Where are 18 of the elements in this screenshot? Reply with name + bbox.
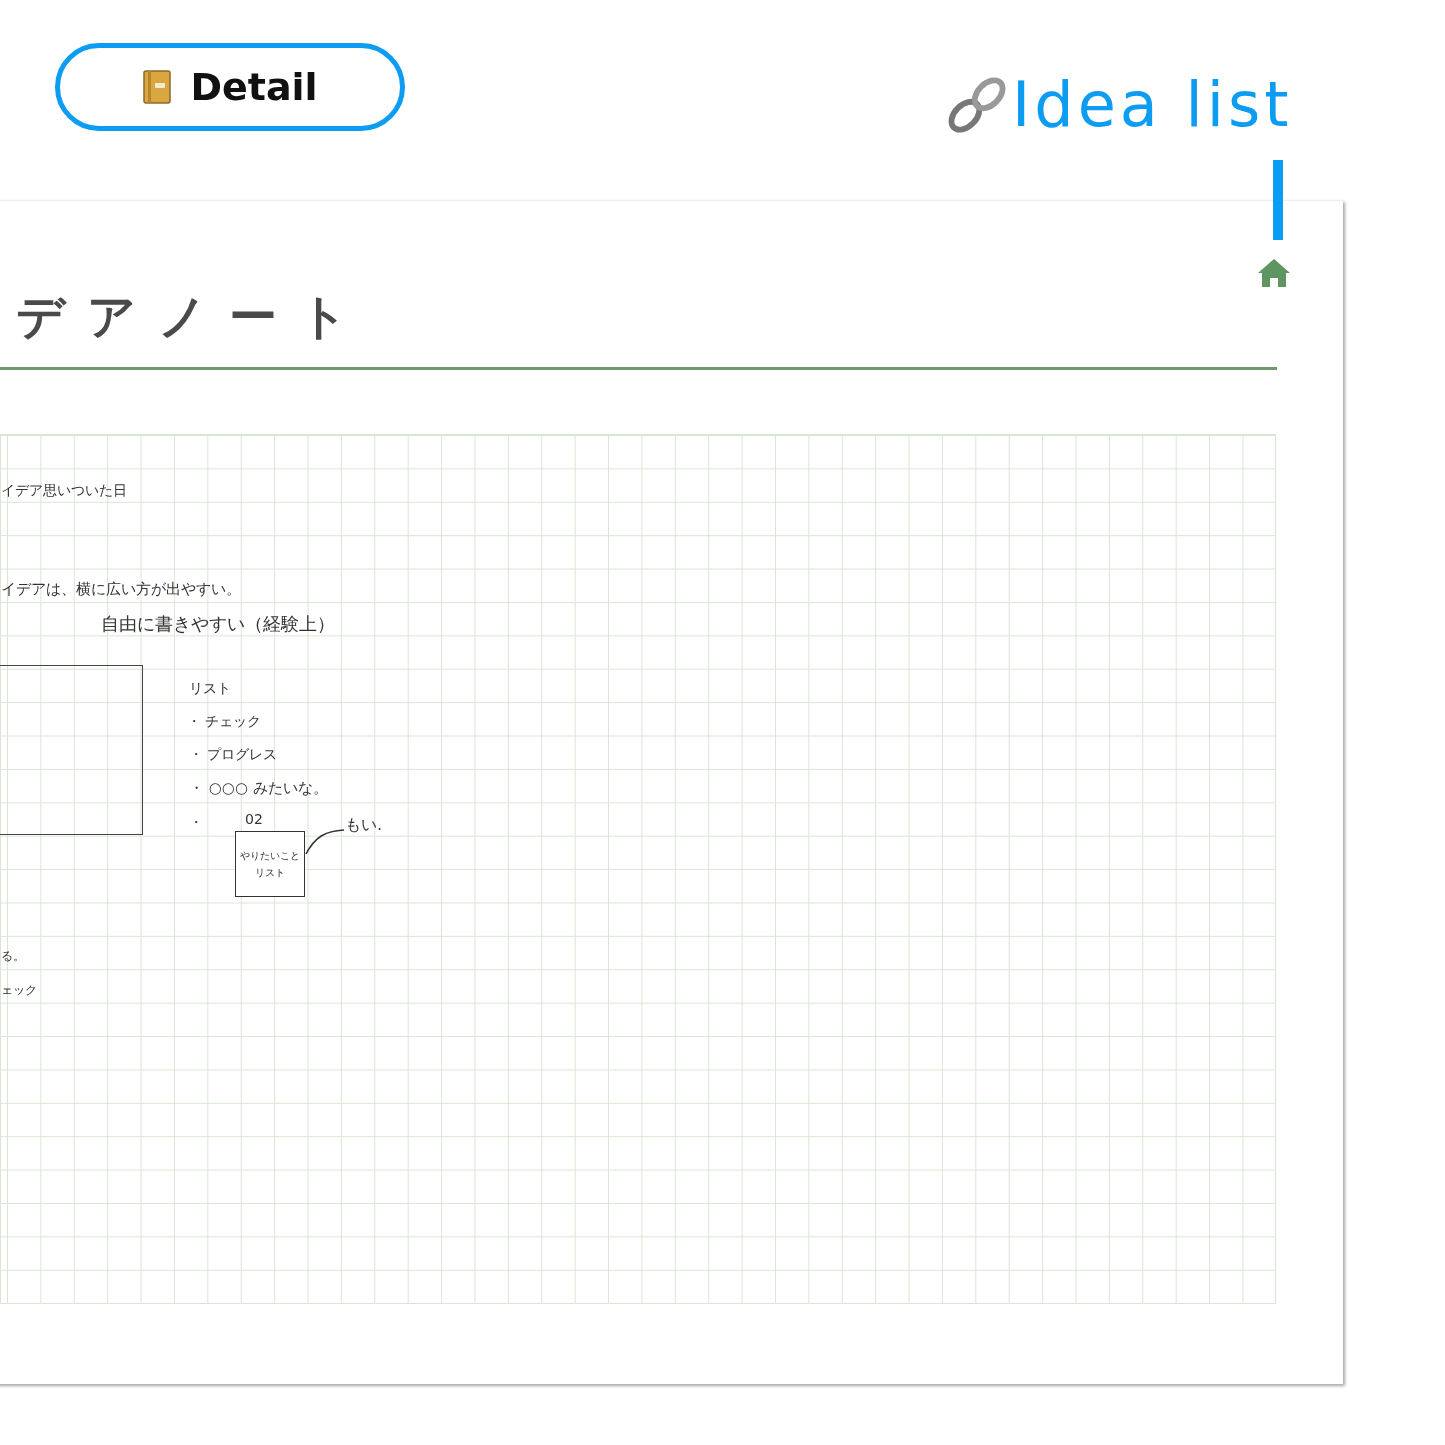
handwritten-text: ェック xyxy=(1,982,37,999)
handwritten-text: ・ ○○○ みたいな。 xyxy=(189,779,328,798)
handwritten-text: ・ xyxy=(189,814,203,832)
handwritten-text: イデア思いついた日 xyxy=(1,482,127,500)
handwritten-text: もい. xyxy=(345,815,383,836)
detail-button[interactable]: Detail xyxy=(55,43,405,131)
notebook-icon xyxy=(142,69,173,105)
handwritten-text: 02 xyxy=(245,811,263,827)
note-title: デアノート xyxy=(16,287,370,346)
handwritten-text: やりたいこと xyxy=(240,849,300,862)
handwritten-text: ・ プログレス xyxy=(189,746,278,764)
handwritten-text: リスト xyxy=(255,866,285,879)
handwritten-text: る。 xyxy=(1,948,25,965)
handwritten-text: リスト xyxy=(189,680,231,698)
handwritten-text: 自由に書きやすい（経験上） xyxy=(101,612,335,636)
handwritten-text: イデアは、横に広い方が出やすい。 xyxy=(1,580,241,599)
handwritten-text: ・ チェック xyxy=(187,713,262,731)
home-icon[interactable] xyxy=(1256,257,1292,289)
